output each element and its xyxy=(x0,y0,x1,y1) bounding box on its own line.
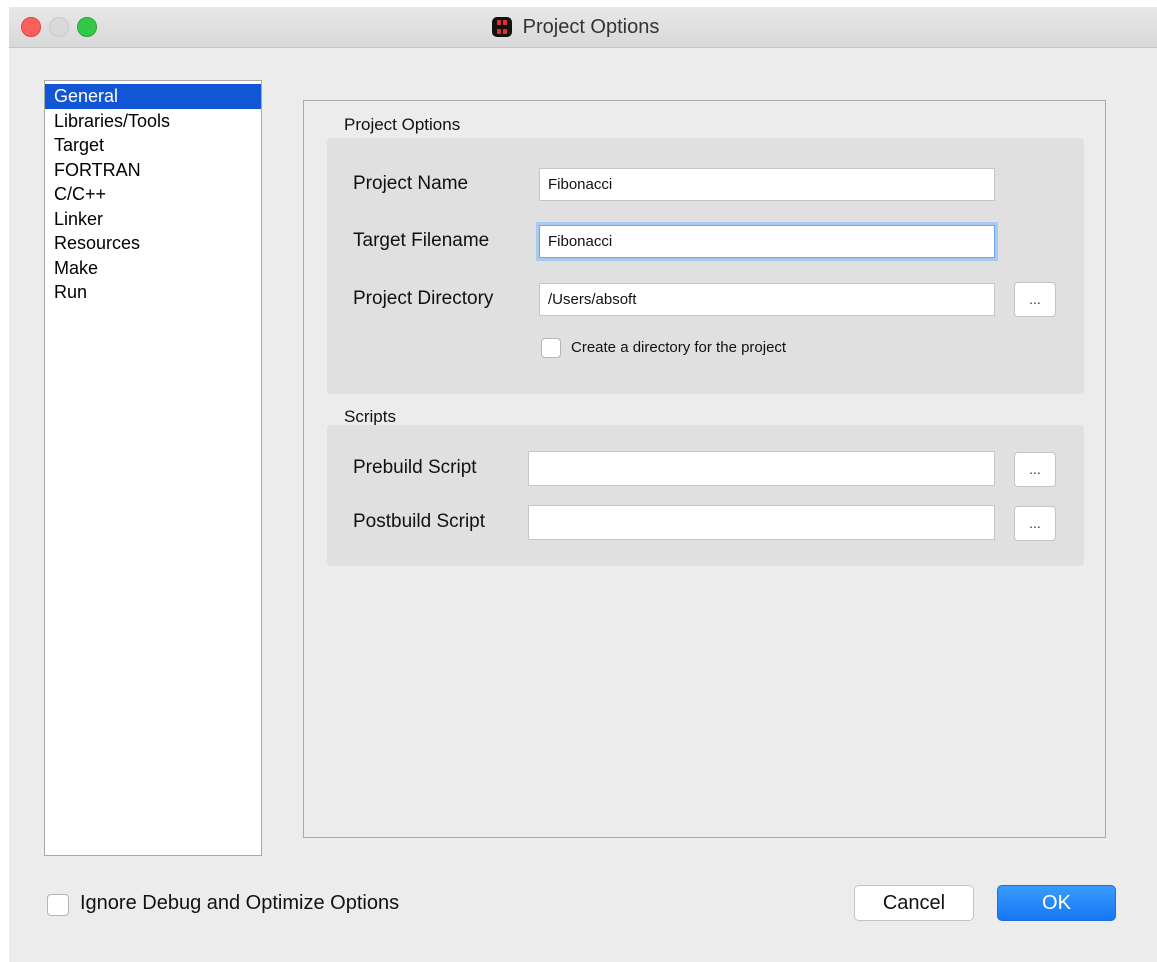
category-item-run[interactable]: Run xyxy=(45,280,261,305)
category-item-fortran[interactable]: FORTRAN xyxy=(45,158,261,183)
scripts-group-title: Scripts xyxy=(344,407,396,426)
category-item-target[interactable]: Target xyxy=(45,133,261,158)
category-item-resources[interactable]: Resources xyxy=(45,231,261,256)
prebuild-script-input[interactable] xyxy=(528,451,995,486)
project-directory-browse-button[interactable]: ... xyxy=(1014,282,1056,317)
category-item-linker[interactable]: Linker xyxy=(45,207,261,232)
category-item-make[interactable]: Make xyxy=(45,256,261,281)
general-settings-panel: Project Options Project Name Target File… xyxy=(303,100,1106,838)
ok-button[interactable]: OK xyxy=(997,885,1116,921)
prebuild-script-browse-button[interactable]: ... xyxy=(1014,452,1056,487)
postbuild-script-browse-button[interactable]: ... xyxy=(1014,506,1056,541)
category-item-general[interactable]: General xyxy=(45,84,261,109)
cancel-button[interactable]: Cancel xyxy=(854,885,974,921)
category-item-libraries-tools[interactable]: Libraries/Tools xyxy=(45,109,261,134)
project-name-label: Project Name xyxy=(353,173,469,194)
app-icon xyxy=(491,16,513,38)
project-options-window: Project Options General Libraries/Tools … xyxy=(9,7,1157,962)
category-list[interactable]: General Libraries/Tools Target FORTRAN C… xyxy=(44,80,262,856)
title-bar[interactable]: Project Options xyxy=(9,7,1157,48)
postbuild-script-label: Postbuild Script xyxy=(353,511,486,532)
target-filename-input[interactable] xyxy=(539,225,995,258)
ignore-debug-label: Ignore Debug and Optimize Options xyxy=(80,892,400,914)
prebuild-script-label: Prebuild Script xyxy=(353,457,477,478)
target-filename-label: Target Filename xyxy=(353,230,490,251)
project-options-group-title: Project Options xyxy=(344,115,461,134)
scripts-group: Prebuild Script ... Postbuild Script ... xyxy=(327,425,1084,566)
project-directory-label: Project Directory xyxy=(353,288,494,309)
create-directory-label: Create a directory for the project xyxy=(571,339,787,356)
project-directory-input[interactable] xyxy=(539,283,995,316)
ignore-debug-checkbox[interactable] xyxy=(47,894,69,916)
postbuild-script-input[interactable] xyxy=(528,505,995,540)
title-group: Project Options xyxy=(9,7,1157,47)
category-item-c-cpp[interactable]: C/C++ xyxy=(45,182,261,207)
project-name-input[interactable] xyxy=(539,168,995,201)
project-options-group: Project Name Target Filename Project Dir… xyxy=(327,138,1084,394)
window-title: Project Options xyxy=(522,15,660,38)
create-directory-checkbox[interactable] xyxy=(541,338,561,358)
